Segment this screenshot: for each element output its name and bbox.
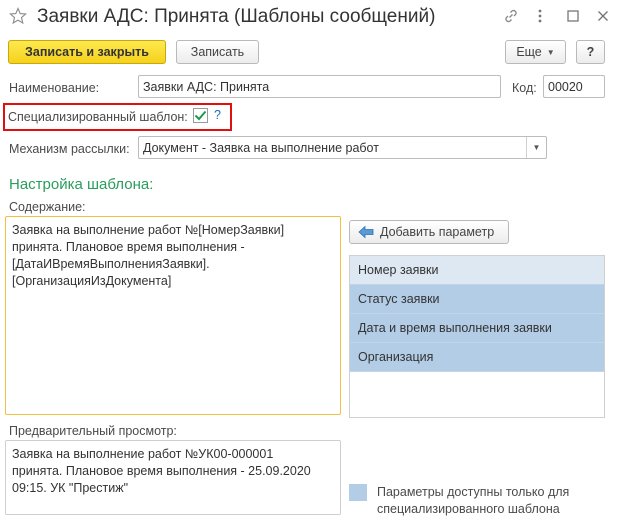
list-item[interactable]: Статус заявки <box>350 285 604 314</box>
list-item[interactable]: Номер заявки <box>350 256 604 285</box>
specialized-help-link[interactable]: ? <box>214 108 221 122</box>
specialized-label: Специализированный шаблон: <box>8 110 188 124</box>
add-parameter-label: Добавить параметр <box>380 225 495 239</box>
legend-text: Параметры доступны только для специализи… <box>377 485 570 516</box>
preview-label: Предварительный просмотр: <box>9 424 177 438</box>
help-button[interactable]: ? <box>576 40 605 64</box>
maximize-icon[interactable] <box>565 8 581 24</box>
content-label: Содержание: <box>9 200 86 214</box>
more-button[interactable]: Еще ▼ <box>505 40 566 64</box>
name-input[interactable]: Заявки АДС: Принята <box>138 75 501 98</box>
arrow-left-icon <box>358 225 374 239</box>
code-input[interactable]: 00020 <box>543 75 605 98</box>
window-title: Заявки АДС: Принята (Шаблоны сообщений) <box>37 6 436 27</box>
save-and-close-button[interactable]: Записать и закрыть <box>8 40 166 64</box>
save-button[interactable]: Записать <box>176 40 259 64</box>
specialized-checkbox[interactable] <box>193 108 208 123</box>
close-icon[interactable] <box>595 8 611 24</box>
preview-box: Заявка на выполнение работ №УК00-000001 … <box>5 440 341 515</box>
link-icon[interactable] <box>503 8 519 24</box>
more-vertical-icon[interactable] <box>532 8 548 24</box>
favorite-star-icon[interactable] <box>9 7 27 25</box>
mechanism-select[interactable]: Документ - Заявка на выполнение работ <box>138 136 547 159</box>
content-textarea[interactable]: Заявка на выполнение работ №[НомерЗаявки… <box>5 216 341 415</box>
mechanism-value: Документ - Заявка на выполнение работ <box>143 140 379 155</box>
add-parameter-button[interactable]: Добавить параметр <box>349 220 509 244</box>
section-title: Настройка шаблона: <box>9 176 154 193</box>
chevron-down-icon: ▼ <box>532 143 541 152</box>
checkmark-icon <box>194 110 207 121</box>
more-label: Еще <box>516 45 542 59</box>
mechanism-dropdown-button[interactable]: ▼ <box>526 137 546 158</box>
code-label: Код: <box>512 81 537 95</box>
list-item[interactable]: Дата и время выполнения заявки <box>350 314 604 343</box>
parameter-list: Номер заявки Статус заявки Дата и время … <box>349 255 605 418</box>
legend-color-swatch <box>349 484 367 501</box>
name-label: Наименование: <box>9 81 100 95</box>
mechanism-label: Механизм рассылки: <box>9 142 130 156</box>
chevron-down-icon: ▼ <box>546 47 555 57</box>
list-item[interactable]: Организация <box>350 343 604 372</box>
